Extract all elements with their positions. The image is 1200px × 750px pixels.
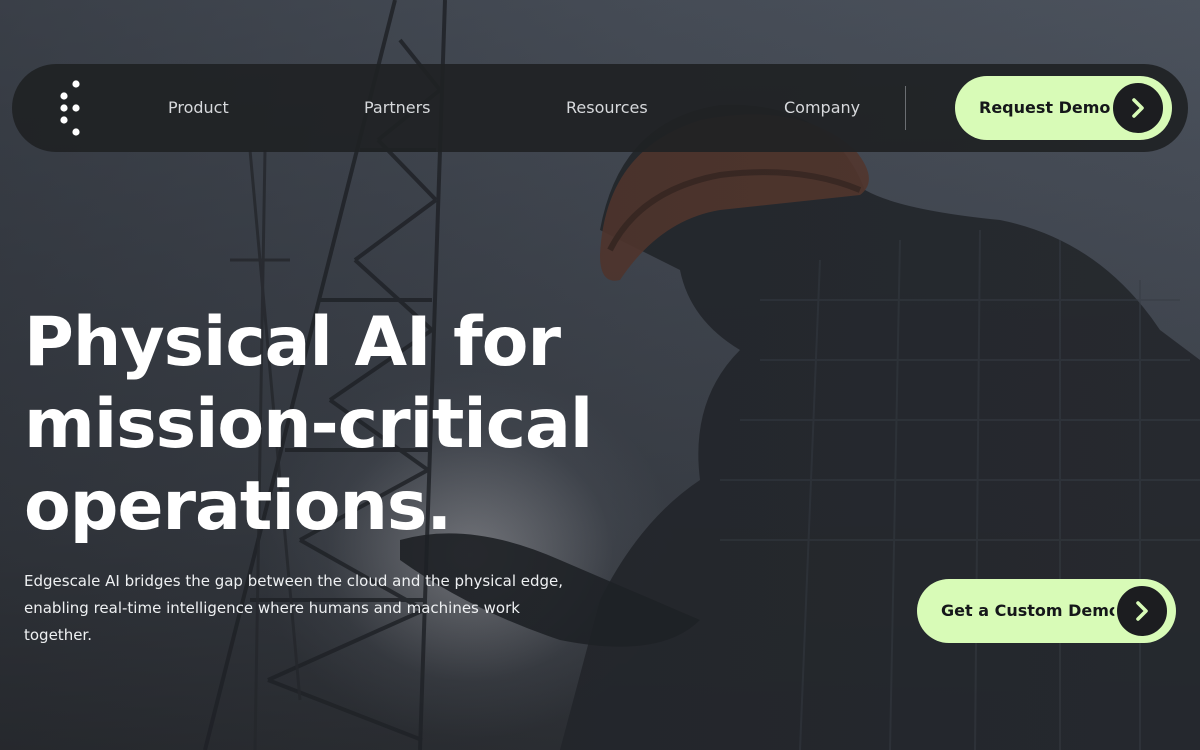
chevron-right-icon (1114, 583, 1170, 639)
nav-divider (905, 86, 906, 130)
headline-line-2: mission-critical (24, 385, 593, 464)
get-custom-demo-button[interactable]: Get a Custom Demo (917, 579, 1176, 643)
headline-line-1: Physical AI for (24, 303, 561, 382)
chevron-right-icon (1110, 80, 1166, 136)
headline-line-3: operations. (24, 467, 452, 546)
nav-link-partners[interactable]: Partners (364, 64, 430, 152)
nav-link-product[interactable]: Product (168, 64, 229, 152)
top-navbar: Product Partners Resources Company Reque… (12, 64, 1188, 152)
request-demo-button[interactable]: Request Demo (955, 76, 1172, 140)
get-custom-demo-label: Get a Custom Demo (941, 601, 1120, 620)
hero-section: Product Partners Resources Company Reque… (0, 0, 1200, 750)
dotted-logo-icon[interactable] (56, 80, 96, 136)
nav-link-resources[interactable]: Resources (566, 64, 648, 152)
request-demo-label: Request Demo (979, 98, 1111, 117)
hero-subtext: Edgescale AI bridges the gap between the… (24, 572, 564, 644)
nav-link-company[interactable]: Company (784, 64, 860, 152)
hero-headline: Physical AI for mission-critical operati… (24, 302, 644, 548)
